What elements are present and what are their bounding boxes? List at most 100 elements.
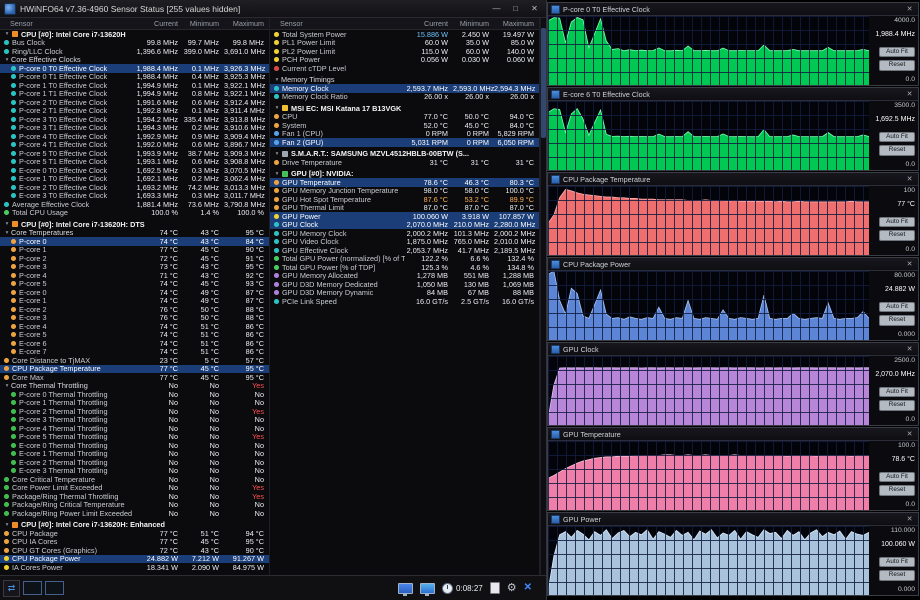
group-header-row[interactable]: ▾MSI EC: MSI Katana 17 B13VGK <box>270 104 539 113</box>
scrollbar-thumb[interactable] <box>541 28 546 138</box>
auto-fit-button[interactable]: Auto Fit <box>879 557 915 567</box>
collapse-arrow-icon[interactable]: ▾ <box>3 221 11 227</box>
sensor-row[interactable]: Package/Ring Critical TemperatureNoNoNo <box>0 501 269 510</box>
sensor-row[interactable]: P-core 5 Thermal ThrottlingNoNoYes <box>0 433 269 442</box>
group-header-row[interactable]: ▾CPU [#0]: Intel Core i7-13620H: Enhance… <box>0 521 269 530</box>
sensor-row[interactable]: E-core 174 °C49 °C87 °C <box>0 297 269 306</box>
sensor-row[interactable]: CPU IA Cores77 °C45 °C95 °C <box>0 538 269 547</box>
sensor-row[interactable]: P-core 574 °C45 °C93 °C <box>0 280 269 289</box>
collapse-arrow-icon[interactable]: ▾ <box>3 57 11 63</box>
collapse-arrow-icon[interactable]: ▾ <box>3 31 11 37</box>
group-header-row[interactable]: ▾S.M.A.R.T.: SAMSUNG MZVL4512HBLB-00BTW … <box>270 150 539 159</box>
sensor-row[interactable]: PL1 Power Limit60.0 W35.0 W85.0 W <box>270 39 539 48</box>
subgroup-row[interactable]: ▾Core Thermal ThrottlingNoNoYes <box>0 382 269 391</box>
auto-fit-button[interactable]: Auto Fit <box>879 472 915 482</box>
settings-gear-icon[interactable]: ⚙ <box>507 583 517 594</box>
report-icon[interactable] <box>490 582 500 594</box>
collapse-arrow-icon[interactable]: ▾ <box>273 171 281 177</box>
sensor-row[interactable]: Package/Ring Thermal ThrottlingNoNoYes <box>0 492 269 501</box>
collapse-arrow-icon[interactable]: ▾ <box>3 383 11 389</box>
sensor-row[interactable]: CPU GT Cores (Graphics)72 °C43 °C90 °C <box>0 546 269 555</box>
sensor-row[interactable]: CPU77.0 °C50.0 °C94.0 °C <box>270 113 539 122</box>
sensor-row[interactable]: GPU Thermal Limit87.0 °C87.0 °C87.0 °C <box>270 204 539 213</box>
sensor-row[interactable]: P-core 0 Thermal ThrottlingNoNoNo <box>0 390 269 399</box>
reset-button[interactable]: Reset <box>879 145 915 155</box>
sensor-row[interactable]: GPU Memory Junction Temperature98.0 °C58… <box>270 187 539 196</box>
sensor-row[interactable]: Bus Clock99.8 MHz99.7 MHz99.8 MHz <box>0 39 269 48</box>
sensor-row[interactable]: E-core 474 °C51 °C86 °C <box>0 322 269 331</box>
graph-titlebar[interactable]: GPU Power✕ <box>548 513 918 526</box>
sensor-row[interactable]: P-core 3 T1 Effective Clock1,994.3 MHz0.… <box>0 124 269 133</box>
graph-titlebar[interactable]: CPU Package Temperature✕ <box>548 173 918 186</box>
sensor-row[interactable]: Ring/LLC Clock1,396.6 MHz399.0 MHz3,691.… <box>0 47 269 56</box>
reset-button[interactable]: Reset <box>879 315 915 325</box>
graph-close-icon[interactable]: ✕ <box>904 345 915 353</box>
sensor-row[interactable]: PCIe Link Speed16.0 GT/s2.5 GT/s16.0 GT/… <box>270 297 539 306</box>
group-header-row[interactable]: ▾CPU [#0]: Intel Core i7-13620H <box>0 30 269 39</box>
sensor-row[interactable]: P-core 5 T1 Effective Clock1,993.1 MHz0.… <box>0 158 269 167</box>
window-titlebar[interactable]: HWiNFO64 v7.36-4960 Sensor Status [255 v… <box>0 0 546 18</box>
close-button[interactable]: ✕ <box>525 2 544 15</box>
sensor-row[interactable]: E-core 3 Thermal ThrottlingNoNoNo <box>0 467 269 476</box>
uptime-clock[interactable]: 0:08:27 <box>442 583 483 594</box>
sensor-row[interactable]: CPU Package Temperature77 °C45 °C95 °C <box>0 365 269 374</box>
auto-fit-button[interactable]: Auto Fit <box>879 47 915 57</box>
reset-button[interactable]: Reset <box>879 400 915 410</box>
sensor-row[interactable]: E-core 074 °C49 °C87 °C <box>0 288 269 297</box>
sensor-row[interactable]: PL2 Power Limit115.0 W60.0 W140.0 W <box>270 47 539 56</box>
collapse-arrow-icon[interactable]: ▾ <box>3 230 11 236</box>
sensor-row[interactable]: GPU Clock2,070.0 MHz210.0 MHz2,280.0 MHz <box>270 221 539 230</box>
collapse-arrow-icon[interactable]: ▾ <box>273 77 281 83</box>
sensor-row[interactable]: E-core 3 T0 Effective Clock1,693.3 MHz0.… <box>0 192 269 201</box>
sensor-row[interactable]: GPU D3D Memory Dedicated1,050 MB130 MB1,… <box>270 280 539 289</box>
sensor-row[interactable]: P-core 3 T0 Effective Clock1,994.2 MHz33… <box>0 115 269 124</box>
sensor-row[interactable]: P-core 4 T1 Effective Clock1,992.0 MHz0.… <box>0 141 269 150</box>
close-sensors-icon[interactable]: ✕ <box>524 583 532 593</box>
graph-titlebar[interactable]: GPU Temperature✕ <box>548 428 918 441</box>
sensor-row[interactable]: GPU Memory Clock2,000.2 MHz101.3 MHz2,00… <box>270 229 539 238</box>
group-header-row[interactable]: ▾CPU [#0]: Intel Core i7-13620H: DTS <box>0 220 269 229</box>
auto-fit-button[interactable]: Auto Fit <box>879 217 915 227</box>
sensor-row[interactable]: Drive Temperature31 °C31 °C31 °C <box>270 158 539 167</box>
sensor-row[interactable]: P-core 2 T1 Effective Clock1,992.8 MHz0.… <box>0 107 269 116</box>
sensor-row[interactable]: GPU Memory Allocated1,278 MB551 MB1,288 … <box>270 272 539 281</box>
sensor-row[interactable]: Memory Clock Ratio26.00 x26.00 x26.00 x <box>270 93 539 102</box>
sensor-row[interactable]: E-core 276 °C50 °C88 °C <box>0 305 269 314</box>
minimize-button[interactable]: — <box>487 2 506 15</box>
sensor-row[interactable]: P-core 074 °C43 °C84 °C <box>0 237 269 246</box>
reset-button[interactable]: Reset <box>879 485 915 495</box>
group-header-row[interactable]: ▾GPU [#0]: NVIDIA: <box>270 170 539 179</box>
sensor-row[interactable]: Core Power Limit ExceededNoNoYes <box>0 484 269 493</box>
sensor-row[interactable]: P-core 2 T0 Effective Clock1,991.6 MHz0.… <box>0 98 269 107</box>
sensor-row[interactable]: Total GPU Power (normalized) [% of TDP]1… <box>270 255 539 264</box>
column-header-current[interactable]: Current <box>135 19 183 28</box>
sensor-row[interactable]: P-core 4 Thermal ThrottlingNoNoNo <box>0 424 269 433</box>
column-header-minimum[interactable]: Minimum <box>183 19 224 28</box>
graph-titlebar[interactable]: E-core 6 T0 Effective Clock✕ <box>548 88 918 101</box>
sensor-row[interactable]: E-core 2 T0 Effective Clock1,693.2 MHz74… <box>0 183 269 192</box>
sensor-row[interactable]: P-core 0 T0 Effective Clock1,988.4 MHz0.… <box>0 64 269 73</box>
reset-button[interactable]: Reset <box>879 230 915 240</box>
graph-close-icon[interactable]: ✕ <box>904 430 915 438</box>
graph-close-icon[interactable]: ✕ <box>904 90 915 98</box>
column-header-sensor[interactable]: Sensor <box>0 19 135 28</box>
sensor-row[interactable]: E-core 574 °C51 °C86 °C <box>0 331 269 340</box>
sensor-row[interactable]: P-core 2 Thermal ThrottlingNoNoYes <box>0 407 269 416</box>
column-header-maximum[interactable]: Maximum <box>224 19 269 28</box>
sensor-row[interactable]: P-core 1 Thermal ThrottlingNoNoNo <box>0 399 269 408</box>
sensor-row[interactable]: CPU Package Power24.882 W7.212 W91.267 W <box>0 555 269 564</box>
sensor-row[interactable]: System52.0 °C45.0 °C84.0 °C <box>270 121 539 130</box>
sensor-row[interactable]: Core Distance to TjMAX23 °C5 °C57 °C <box>0 356 269 365</box>
auto-fit-button[interactable]: Auto Fit <box>879 302 915 312</box>
collapse-arrow-icon[interactable]: ▾ <box>273 151 281 157</box>
sensor-row[interactable]: E-core 2 Thermal ThrottlingNoNoNo <box>0 458 269 467</box>
sensor-row[interactable]: E-core 0 Thermal ThrottlingNoNoNo <box>0 441 269 450</box>
sensor-row[interactable]: Core Critical TemperatureNoNoNo <box>0 475 269 484</box>
sensor-row[interactable]: P-core 272 °C45 °C91 °C <box>0 254 269 263</box>
layout-box-1[interactable] <box>23 581 42 595</box>
sensor-row[interactable]: GPU Video Clock1,875.0 MHz765.0 MHz2,010… <box>270 238 539 247</box>
layout-box-2[interactable] <box>45 581 64 595</box>
column-header-maximum[interactable]: Maximum <box>494 19 539 28</box>
sensor-row[interactable]: P-core 177 °C45 °C90 °C <box>0 246 269 255</box>
sensor-row[interactable]: P-core 3 Thermal ThrottlingNoNoNo <box>0 416 269 425</box>
